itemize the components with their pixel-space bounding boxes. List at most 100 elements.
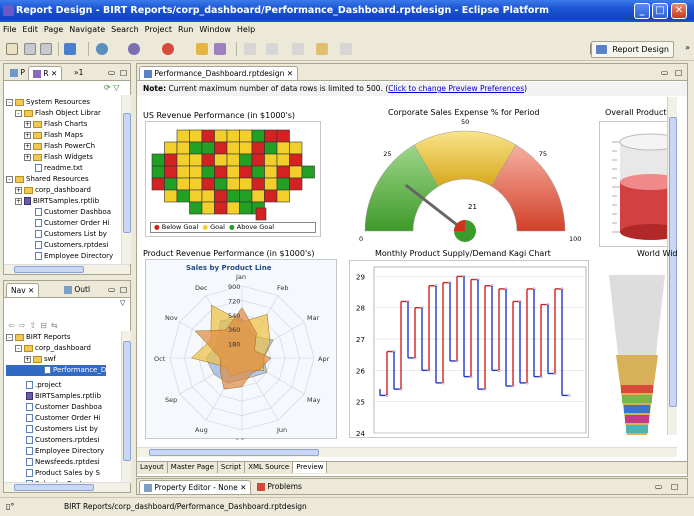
tree-item[interactable]: + Flash Charts — [6, 119, 120, 130]
debug-icon[interactable] — [96, 43, 108, 55]
tab-performance-dashboard[interactable]: Performance_Dashboard.rptdesign ✕ — [139, 66, 299, 80]
tree-item[interactable]: BIRTSamples.rptlib — [6, 391, 120, 402]
tree-item[interactable]: Customers.rptdesi — [6, 435, 120, 446]
tree-item[interactable]: + Flash PowerCh — [6, 141, 120, 152]
collapse-icon[interactable]: - — [6, 333, 13, 341]
expand-icon[interactable]: + — [15, 186, 22, 194]
tree-item[interactable]: + Flash Widgets — [6, 152, 120, 163]
perspective-report-design-button[interactable]: Report Design — [591, 41, 674, 58]
menu-project[interactable]: Project — [142, 22, 175, 38]
forward-icon[interactable]: ⇨ — [19, 321, 30, 330]
expand-icon[interactable]: + — [15, 197, 22, 205]
new-icon[interactable] — [6, 43, 18, 55]
tree-horizontal-scrollbar[interactable] — [4, 264, 130, 274]
prev-annotation-icon[interactable] — [266, 43, 278, 55]
close-tab-icon[interactable]: ✕ — [240, 483, 246, 492]
preview-preferences-link[interactable]: Click to change Preview Preferences — [388, 84, 524, 93]
refresh-icon[interactable]: ⟳ ▽ — [104, 83, 128, 94]
collapse-icon[interactable]: - — [15, 109, 22, 117]
maximize-view-icon[interactable]: □ — [667, 480, 682, 494]
menu-window[interactable]: Window — [196, 22, 234, 38]
scroll-thumb[interactable] — [14, 266, 84, 273]
tree-item[interactable]: + Flash Maps — [6, 130, 120, 141]
tree-item[interactable]: Newsfeeds.rptdesi — [6, 457, 120, 468]
tab-preview[interactable]: Preview — [293, 462, 328, 473]
preview-vertical-scrollbar[interactable] — [667, 97, 677, 435]
close-tab-icon[interactable]: ✕ — [51, 69, 57, 78]
tab-script[interactable]: Script — [218, 462, 246, 473]
link-editor-icon[interactable]: ⇆ — [51, 321, 62, 330]
tab-layout[interactable]: Layout — [137, 462, 168, 473]
scroll-thumb[interactable] — [123, 113, 131, 233]
expand-icon[interactable]: + — [24, 355, 31, 363]
tree-vertical-scrollbar[interactable] — [121, 95, 131, 264]
fast-view-icon[interactable]: ▯° — [6, 502, 14, 511]
expand-icon[interactable]: + — [24, 131, 31, 139]
minimize-button[interactable]: _ — [634, 3, 650, 19]
tree-item[interactable]: Employee Directory — [6, 251, 120, 262]
menu-navigate[interactable]: Navigate — [66, 22, 108, 38]
menu-search[interactable]: Search — [108, 22, 141, 38]
close-tab-icon[interactable]: ✕ — [287, 69, 293, 78]
scroll-thumb[interactable] — [14, 484, 94, 491]
nav-forward-icon[interactable] — [340, 43, 352, 55]
tree-item[interactable]: Customer Dashboa — [6, 402, 120, 413]
save-icon[interactable] — [24, 43, 36, 55]
tab-property-editor[interactable]: Property Editor - None ✕ — [139, 480, 252, 494]
menu-file[interactable]: File — [0, 22, 19, 38]
tab-more-views[interactable]: »1 — [70, 66, 87, 80]
tab-problems[interactable]: Problems — [253, 480, 306, 494]
view-menu-icon[interactable]: ▽ — [120, 299, 125, 307]
tab-outline[interactable]: Outl — [60, 283, 94, 297]
maximize-button[interactable]: □ — [652, 3, 668, 19]
tree-item[interactable]: Customer Order Hi — [6, 413, 120, 424]
tree-item[interactable]: + swf — [6, 354, 120, 365]
close-tab-icon[interactable]: ✕ — [28, 286, 34, 295]
tab-xml-source[interactable]: XML Source — [245, 462, 294, 473]
nav-back-icon[interactable] — [316, 43, 328, 55]
tree-item[interactable]: Customer Dashboa — [6, 207, 120, 218]
expand-icon[interactable]: + — [24, 142, 31, 150]
minimize-editor-icon[interactable]: ▭ — [657, 66, 672, 80]
tree-item[interactable]: Product Sales by S — [6, 468, 120, 479]
run-icon[interactable] — [162, 43, 174, 55]
tree-item[interactable]: Performance_D — [6, 365, 107, 376]
tree-item[interactable]: - Flash Object Librar — [6, 108, 120, 119]
tree-item[interactable]: Customer Order Hi — [6, 218, 120, 229]
tab-palette[interactable]: P — [6, 66, 29, 80]
collapse-all-icon[interactable]: ⊟ — [40, 321, 51, 330]
collapse-icon[interactable]: - — [6, 175, 13, 183]
tree-item[interactable]: + BIRTSamples.rptlib — [6, 196, 120, 207]
collapse-icon[interactable]: - — [15, 344, 22, 352]
menu-page[interactable]: Page — [41, 22, 66, 38]
scroll-thumb[interactable] — [123, 341, 131, 461]
edit-icon[interactable] — [214, 43, 226, 55]
minimize-view-icon[interactable]: ▭ — [651, 480, 666, 494]
menu-help[interactable]: Help — [234, 22, 258, 38]
maximize-view-icon[interactable]: □ — [116, 66, 131, 80]
navigator-vertical-scrollbar[interactable] — [121, 331, 131, 483]
tree-item[interactable]: - Shared Resources — [6, 174, 120, 185]
expand-icon[interactable]: + — [24, 120, 31, 128]
back-icon[interactable] — [292, 43, 304, 55]
back-icon[interactable]: ⇦ — [8, 321, 19, 330]
next-annotation-icon[interactable] — [244, 43, 256, 55]
tab-resource-explorer[interactable]: R ✕ — [28, 66, 63, 80]
tab-master-page[interactable]: Master Page — [168, 462, 218, 473]
tree-item[interactable]: Customers.rptdesi — [6, 240, 120, 251]
more-perspectives-icon[interactable]: » — [685, 43, 690, 52]
expand-icon[interactable]: + — [24, 153, 31, 161]
tree-item[interactable]: - System Resources — [6, 97, 120, 108]
print-icon[interactable] — [40, 43, 52, 55]
maximize-view-icon[interactable]: □ — [116, 283, 131, 297]
scroll-thumb[interactable] — [149, 449, 319, 456]
tree-item[interactable]: + corp_dashboard — [6, 185, 120, 196]
web-icon[interactable] — [128, 43, 140, 55]
tree-item[interactable]: Employee Directory — [6, 446, 120, 457]
close-button[interactable]: ✕ — [671, 3, 687, 19]
up-icon[interactable]: ⇧ — [29, 321, 40, 330]
collapse-icon[interactable]: - — [6, 98, 13, 106]
navigator-horizontal-scrollbar[interactable] — [4, 482, 130, 492]
maximize-editor-icon[interactable]: □ — [671, 66, 686, 80]
tree-item[interactable]: Customers List by — [6, 424, 120, 435]
